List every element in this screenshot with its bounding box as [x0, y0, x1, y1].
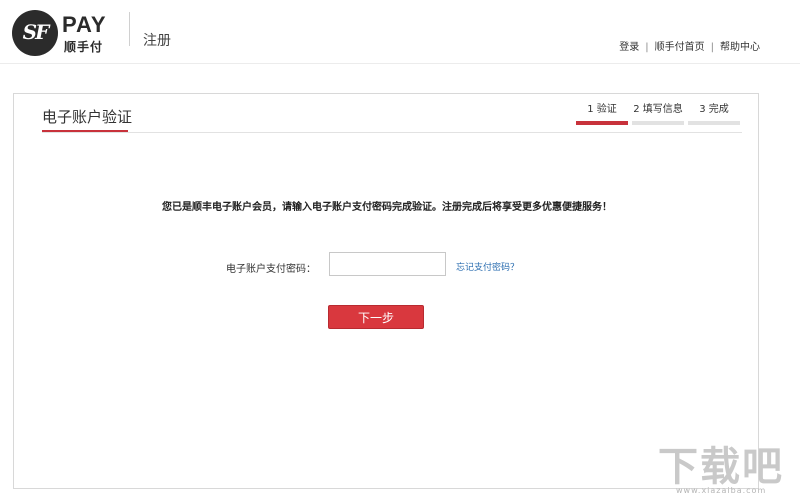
sfpay-home-link[interactable]: 顺手付首页 [655, 42, 705, 53]
logo-wordmark: PAY [62, 12, 107, 37]
step-fill-info: 2 填写信息 [632, 103, 684, 127]
step-complete: 3 完成 [688, 103, 740, 127]
sfpay-logo[interactable]: SF PAY 顺手付 [10, 8, 130, 56]
logo-mark-text: SF [22, 20, 50, 44]
sf-logo-mark: SF [12, 10, 58, 56]
nav-separator: | [710, 42, 714, 53]
step-label: 1 验证 [587, 104, 617, 115]
step-label: 3 完成 [699, 104, 729, 115]
verification-card: 电子账户验证 1 验证 2 填写信息 3 完成 您已是顺丰电子账户会员，请输入电… [13, 93, 759, 489]
step-bar [632, 121, 684, 125]
header-divider [129, 12, 130, 46]
top-nav-links: 登录 | 顺手付首页 | 帮助中心 [619, 38, 760, 53]
step-bar [688, 121, 740, 125]
next-step-button[interactable]: 下一步 [328, 305, 424, 329]
progress-steps: 1 验证 2 填写信息 3 完成 [576, 103, 744, 127]
card-header-divider [42, 132, 742, 133]
help-center-link[interactable]: 帮助中心 [720, 42, 760, 53]
login-link[interactable]: 登录 [619, 42, 639, 53]
site-header: SF PAY 顺手付 注册 登录 | 顺手付首页 | 帮助中心 [0, 0, 800, 64]
step-bar-active [576, 121, 628, 125]
step-verify: 1 验证 [576, 103, 628, 127]
title-underline [42, 130, 128, 132]
logo-name-cn: 顺手付 [64, 40, 104, 54]
verification-notice: 您已是顺丰电子账户会员，请输入电子账户支付密码完成验证。注册完成后将享受更多优惠… [162, 202, 612, 213]
payment-password-input[interactable] [329, 252, 446, 276]
card-title: 电子账户验证 [42, 108, 133, 126]
page-mode-title: 注册 [143, 33, 171, 49]
payment-password-label: 电子账户支付密码： [226, 264, 316, 275]
forgot-password-link[interactable]: 忘记支付密码？ [456, 260, 519, 273]
step-label: 2 填写信息 [633, 104, 683, 115]
nav-separator: | [645, 42, 649, 53]
